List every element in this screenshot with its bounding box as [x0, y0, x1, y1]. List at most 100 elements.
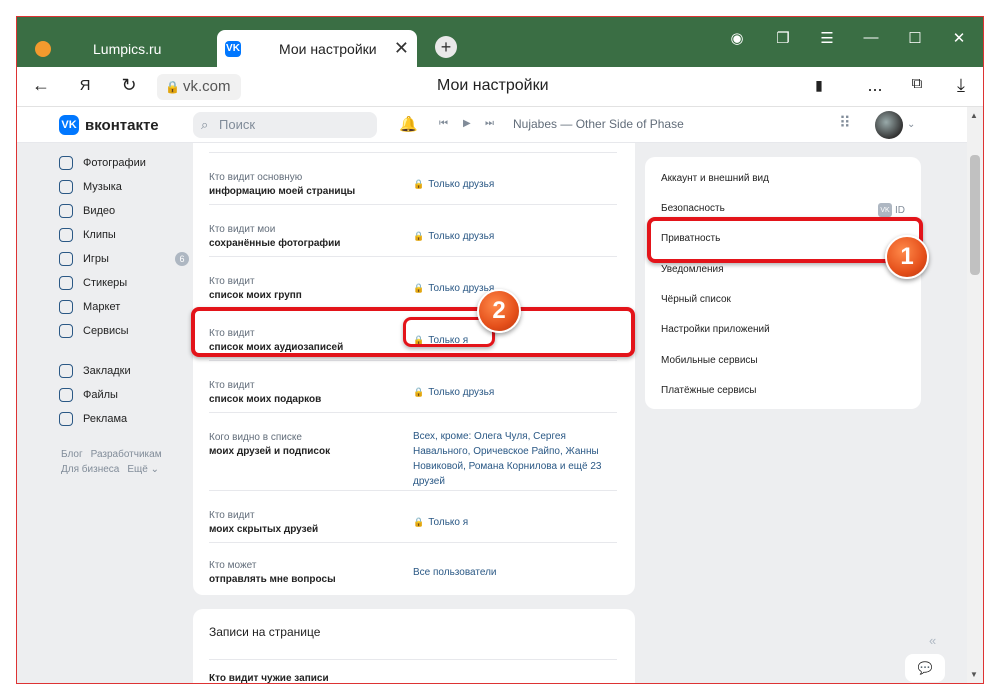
- collections-icon[interactable]: ❐: [771, 29, 795, 47]
- nav-label: Маркет: [83, 301, 121, 313]
- privacy-row[interactable]: Кто видит список моих групп 🔒 Только друзь…: [209, 257, 617, 309]
- privacy-value[interactable]: Все пользователи: [413, 565, 613, 580]
- bookmark-icon[interactable]: ▮: [807, 77, 831, 94]
- menu-item-account[interactable]: Аккаунт и внешний вид: [661, 173, 769, 184]
- next-track-icon[interactable]: ⏭: [485, 118, 494, 129]
- nav-item-market[interactable]: Маркет: [59, 295, 189, 319]
- question-line1: Кто видит: [209, 510, 255, 521]
- nav-item-ads[interactable]: Реклама: [59, 407, 189, 431]
- tab-close-icon[interactable]: ✕: [394, 38, 409, 59]
- window-close-icon[interactable]: ✕: [947, 29, 971, 47]
- privacy-row[interactable]: Кого видно в списке моих друзей и подписо…: [209, 413, 617, 491]
- menu-item-app-settings[interactable]: Настройки приложений: [661, 324, 770, 335]
- nav-item-clips[interactable]: Клипы: [59, 223, 189, 247]
- nav-item-music[interactable]: Музыка: [59, 175, 189, 199]
- question-line2: список моих групп: [209, 290, 302, 301]
- privacy-card: Кто видит основную информацию моей страни…: [193, 143, 635, 595]
- footer-link-business[interactable]: Для бизнеса: [61, 464, 119, 475]
- row-question: Кто видит моих скрытых друзей: [209, 509, 399, 537]
- games-badge: 6: [175, 252, 189, 266]
- question-line: Кто видит чужие записи: [209, 673, 329, 684]
- avatar[interactable]: [875, 111, 903, 139]
- yandex-icon[interactable]: Я: [73, 77, 97, 94]
- collapse-icon[interactable]: «: [929, 633, 936, 648]
- footer-link-developers[interactable]: Разработчикам: [91, 449, 162, 460]
- profile-icon[interactable]: ◉: [725, 29, 749, 47]
- back-arrow-icon[interactable]: ←: [29, 75, 53, 96]
- more-button[interactable]: ...: [863, 75, 887, 96]
- url-text: vk.com: [183, 78, 231, 95]
- menu-item-security[interactable]: Безопасность: [661, 203, 725, 214]
- privacy-value[interactable]: 🔒 Только друзья: [413, 177, 613, 192]
- minimize-icon[interactable]: —: [859, 29, 883, 46]
- nav-item-services[interactable]: Сервисы: [59, 319, 189, 343]
- apps-grid-icon[interactable]: ⠿: [839, 113, 851, 133]
- lock-icon: 🔒: [413, 387, 425, 397]
- nav-label: Видео: [83, 205, 116, 217]
- chevron-down-icon[interactable]: ⌄: [907, 119, 915, 130]
- now-playing-track[interactable]: Nujabes — Other Side of Phase: [513, 117, 684, 131]
- question-line1: Кто видит мои: [209, 224, 276, 235]
- scrollbar[interactable]: ▲ ▼: [967, 107, 983, 683]
- row-question[interactable]: Кто видит чужие записи: [209, 673, 329, 684]
- row-question: Кто видит список моих групп: [209, 275, 399, 303]
- privacy-row[interactable]: Кто может отправлять мне вопросы Все поль…: [209, 543, 617, 595]
- tab-strip: Lumpics.ru VK Мои настройки ✕ + ◉ ❐ ☰ — …: [17, 17, 983, 67]
- scrollbar-thumb[interactable]: [970, 155, 980, 275]
- prev-track-icon[interactable]: ⏮: [439, 118, 448, 129]
- nav-item-photos[interactable]: Фотографии: [59, 151, 189, 175]
- scroll-down-icon[interactable]: ▼: [970, 670, 978, 679]
- privacy-value[interactable]: 🔒 Только друзья: [413, 229, 613, 244]
- chat-icon[interactable]: 💬: [905, 654, 945, 682]
- value-text: Только я: [428, 517, 469, 528]
- menu-icon[interactable]: ☰: [815, 29, 839, 47]
- question-line2: моих друзей и подписок: [209, 446, 331, 457]
- tab-my-settings[interactable]: VK Мои настройки ✕: [217, 30, 417, 67]
- reload-icon[interactable]: ↻: [117, 75, 141, 96]
- row-question: Кто видит основную информацию моей страни…: [209, 171, 399, 199]
- nav-item-video[interactable]: Видео: [59, 199, 189, 223]
- maximize-icon[interactable]: ☐: [903, 29, 927, 47]
- privacy-row[interactable]: Кто видит основную информацию моей страни…: [209, 153, 617, 205]
- privacy-value[interactable]: Всех, кроме: Олега Чуля, Сергея Навально…: [413, 429, 619, 489]
- privacy-value[interactable]: 🔒 Только я: [413, 515, 613, 530]
- privacy-row[interactable]: Кто видит моих скрытых друзей 🔒 Только я: [209, 491, 617, 543]
- privacy-row[interactable]: Кто видит мои сохранённые фотографии 🔒 Тол…: [209, 205, 617, 257]
- menu-item-payment-services[interactable]: Платёжные сервисы: [661, 385, 756, 396]
- url-field[interactable]: 🔒 vk.com: [157, 74, 241, 100]
- menu-item-notifications[interactable]: Уведомления: [661, 264, 724, 275]
- row-question: Кто может отправлять мне вопросы: [209, 559, 399, 587]
- question-line1: Кто видит: [209, 380, 255, 391]
- nav-item-stickers[interactable]: Стикеры: [59, 271, 189, 295]
- browser-window: Lumpics.ru VK Мои настройки ✕ + ◉ ❐ ☰ — …: [16, 16, 984, 684]
- vk-favicon-icon: VK: [225, 40, 241, 57]
- new-tab-button[interactable]: +: [435, 36, 457, 58]
- menu-item-mobile-services[interactable]: Мобильные сервисы: [661, 355, 758, 366]
- nav-item-bookmarks[interactable]: Закладки: [59, 359, 189, 383]
- nav-label: Файлы: [83, 389, 118, 401]
- footer-link-blog[interactable]: Блог: [61, 449, 83, 460]
- tab-lumpics[interactable]: Lumpics.ru: [27, 30, 217, 67]
- question-line1: Кого видно в списке: [209, 432, 302, 443]
- search-icon: ⌕: [201, 117, 209, 132]
- bookmarks-icon: [59, 364, 73, 378]
- row-question: Кто видит список моих подарков: [209, 379, 399, 407]
- bell-icon[interactable]: 🔔: [399, 115, 418, 133]
- scroll-up-icon[interactable]: ▲: [970, 111, 978, 120]
- privacy-value[interactable]: 🔒 Только друзья: [413, 385, 613, 400]
- vk-id-icon: VK: [878, 203, 892, 217]
- nav-item-files[interactable]: Файлы: [59, 383, 189, 407]
- footer-link-more[interactable]: Ещё ⌄: [127, 464, 159, 475]
- nav-item-games[interactable]: Игры 6: [59, 247, 189, 271]
- question-line1: Кто может: [209, 560, 257, 571]
- privacy-row[interactable]: Кто видит список моих подарков 🔒 Только др…: [209, 361, 617, 413]
- search-input[interactable]: ⌕ Поиск: [193, 112, 377, 138]
- nav-label: Музыка: [83, 181, 122, 193]
- vk-logo[interactable]: VK вконтакте: [59, 115, 159, 135]
- search-placeholder: Поиск: [219, 117, 256, 132]
- play-icon[interactable]: ▶: [463, 118, 471, 129]
- download-icon[interactable]: ⤓: [949, 75, 973, 96]
- extensions-icon[interactable]: ⧉: [905, 75, 929, 92]
- menu-item-blacklist[interactable]: Чёрный список: [661, 294, 731, 305]
- photo-icon: [59, 156, 73, 170]
